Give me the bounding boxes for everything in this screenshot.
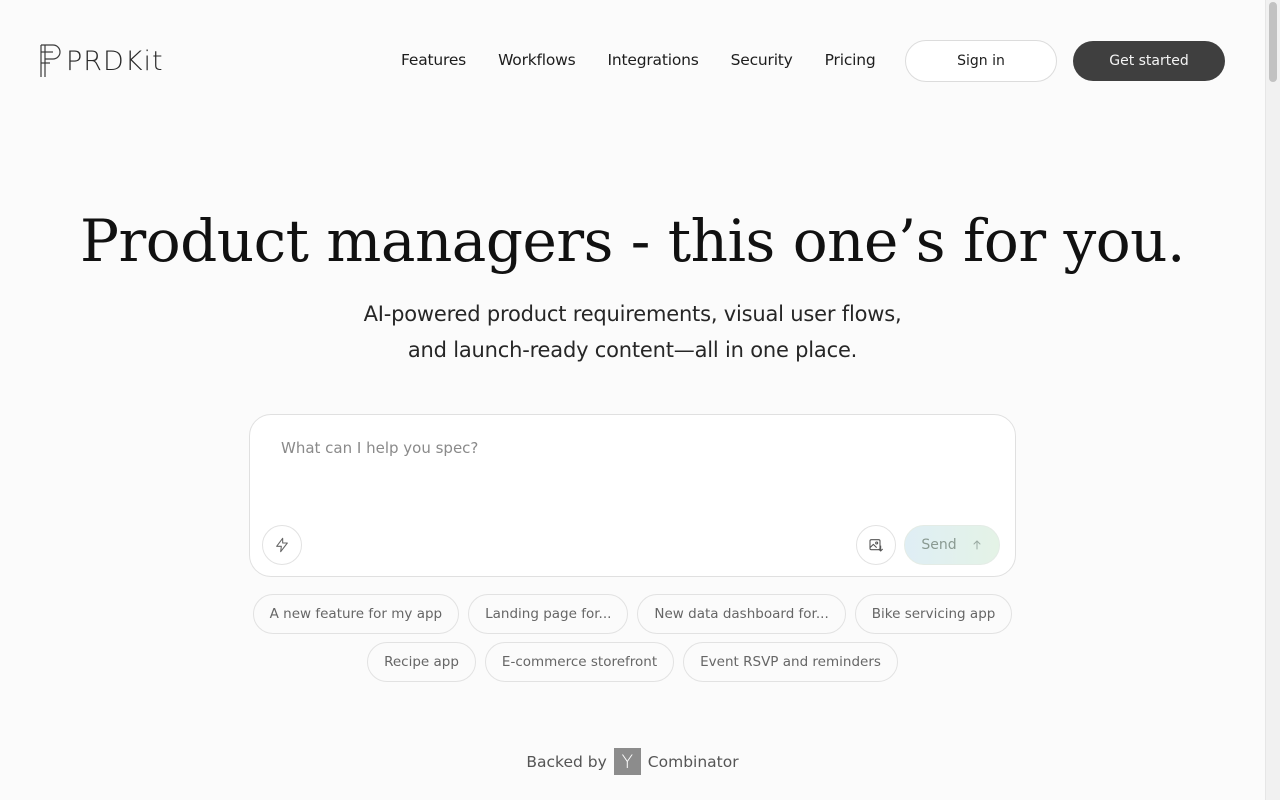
suggestion-chip[interactable]: A new feature for my app: [252, 594, 460, 634]
page-scrollbar[interactable]: [1265, 0, 1280, 800]
hero-subtitle: AI-powered product requirements, visual …: [0, 296, 1265, 368]
get-started-button[interactable]: Get started: [1073, 41, 1225, 81]
hero-subtitle-line-2: and launch-ready content—all in one plac…: [407, 338, 858, 362]
brand-logo[interactable]: PRDKit: [38, 43, 164, 79]
prdkit-logo-icon: [40, 44, 61, 77]
prompt-input[interactable]: [281, 439, 981, 519]
hero-subtitle-line-1: AI-powered product requirements, visual …: [363, 302, 902, 326]
suggestion-chip[interactable]: New data dashboard for...: [637, 594, 846, 634]
send-label: Send: [921, 537, 957, 553]
brand-name: PRDKit: [66, 45, 164, 77]
image-upload-icon: [869, 539, 884, 552]
nav-item-integrations[interactable]: Integrations: [608, 49, 699, 71]
backed-by-badge: Backed by Y Combinator: [0, 748, 1265, 775]
suggestion-chip[interactable]: Bike servicing app: [854, 594, 1013, 634]
scrollbar-thumb[interactable]: [1269, 2, 1277, 82]
backed-by-suffix: Combinator: [647, 752, 739, 771]
send-button[interactable]: Send: [904, 525, 1000, 565]
arrow-up-icon: [973, 540, 981, 550]
quick-action-button[interactable]: [262, 525, 302, 565]
lightning-icon: [276, 537, 288, 553]
suggestion-chip[interactable]: Landing page for...: [468, 594, 629, 634]
nav-item-features[interactable]: Features: [401, 49, 466, 71]
nav-item-security[interactable]: Security: [731, 49, 793, 71]
suggestion-chip[interactable]: Event RSVP and reminders: [683, 642, 898, 682]
suggestion-chips: A new feature for my app Landing page fo…: [0, 594, 1265, 690]
suggestion-chip[interactable]: E-commerce storefront: [484, 642, 675, 682]
main-nav: Features Workflows Integrations Security…: [401, 49, 908, 71]
hero-title: Product managers - this one’s for you.: [80, 207, 1185, 275]
backed-by-prefix: Backed by: [526, 752, 607, 771]
suggestion-chip[interactable]: Recipe app: [367, 642, 476, 682]
nav-item-pricing[interactable]: Pricing: [825, 49, 876, 71]
attach-image-button[interactable]: [856, 525, 896, 565]
y-combinator-logo: Y: [613, 748, 641, 775]
sign-in-button[interactable]: Sign in: [905, 40, 1057, 82]
nav-item-workflows[interactable]: Workflows: [498, 49, 576, 71]
suggestion-row-2: Recipe app E-commerce storefront Event R…: [0, 642, 1265, 682]
suggestion-row-1: A new feature for my app Landing page fo…: [0, 594, 1265, 634]
prompt-composer: Send: [249, 414, 1016, 577]
site-header: PRDKit Features Workflows Integrations S…: [0, 0, 1265, 122]
